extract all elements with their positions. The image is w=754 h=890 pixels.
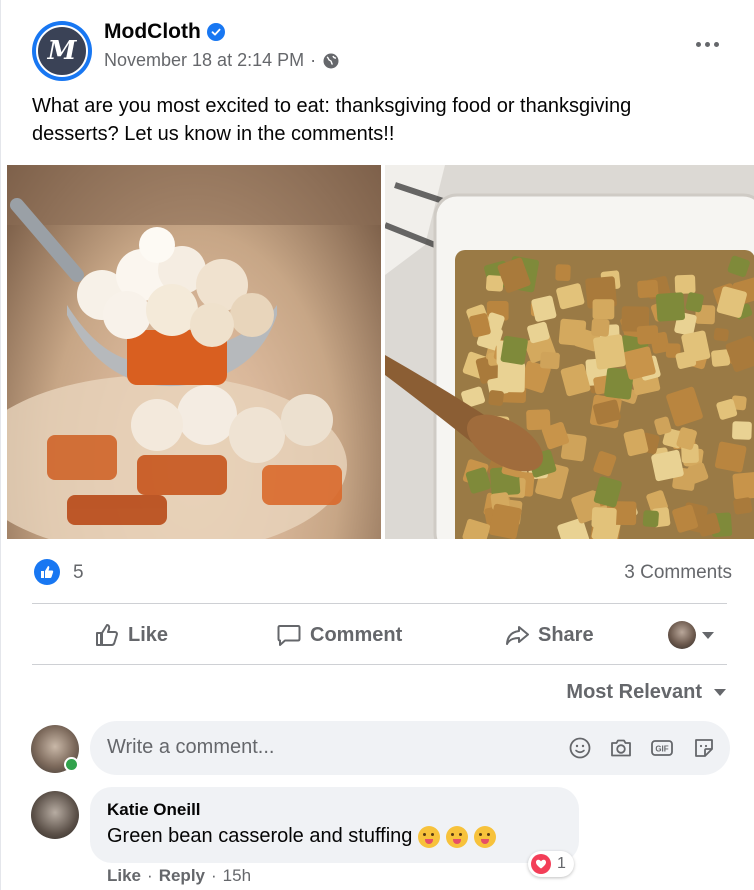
like-button[interactable]: Like [94, 606, 168, 664]
tongue-out-emoji-icon [474, 825, 497, 848]
caret-down-icon [702, 631, 714, 639]
caret-down-icon [714, 689, 726, 696]
stuffing-cube [540, 351, 560, 370]
photo-grid [7, 165, 754, 539]
more-dot [713, 41, 719, 47]
tongue-out-emoji-icon [446, 825, 469, 848]
more-dot [695, 41, 701, 47]
stuffing-illustration [385, 165, 754, 539]
post-actions: Like Comment Share [32, 606, 727, 664]
stuffing-cube [591, 507, 617, 529]
share-arrow-icon [506, 626, 529, 645]
post-meta: November 18 at 2:14 PM · [104, 50, 340, 71]
comment-reactions[interactable]: 1 [528, 851, 574, 877]
stuffing-cube [674, 274, 696, 294]
post-date[interactable]: November 18 at 2:14 PM [104, 50, 304, 71]
page-name[interactable]: ModCloth [104, 20, 201, 44]
comment-input-placeholder: Write a comment... [107, 736, 275, 758]
stuffing-cube [732, 421, 752, 440]
stuffing-cube [732, 471, 754, 500]
comment-bubble: Katie Oneill Green bean casserole and st… [90, 787, 579, 863]
comment-sort-dropdown[interactable]: Most Relevant [566, 681, 726, 704]
share-button[interactable]: Share [504, 606, 594, 664]
stuffing-cube [488, 390, 504, 406]
stuffing-cube [555, 264, 571, 281]
divider [32, 603, 727, 604]
post-text: What are you most excited to eat: thanks… [32, 95, 632, 145]
stuffing-cube [714, 441, 747, 473]
comment-text-row: Green bean casserole and stuffing [107, 825, 497, 848]
stuffing-cube [592, 299, 615, 320]
more-dot [704, 41, 710, 47]
sort-label: Most Relevant [566, 681, 702, 703]
facebook-post: M ModCloth November 18 at 2:14 PM · What… [0, 0, 754, 890]
stuffing-cube [713, 327, 729, 342]
stuffing-cube [733, 497, 753, 515]
comment-text: Green bean casserole and stuffing [107, 825, 413, 847]
stuffing-cube [593, 334, 626, 370]
sweet-potato-illustration [7, 165, 381, 539]
tongue-out-emoji-icon [418, 825, 441, 848]
thumbs-up-icon [96, 624, 118, 646]
stuffing-cube [591, 318, 610, 337]
commenter-avatar[interactable] [31, 791, 79, 839]
comment-input[interactable]: Write a comment... GIF [90, 721, 730, 775]
page-avatar[interactable]: M [32, 21, 92, 81]
dot-separator: · [147, 866, 153, 885]
verified-badge-icon [206, 23, 225, 41]
stuffing-cube [655, 292, 686, 322]
page-name-row: ModCloth [104, 20, 225, 44]
comment-as-selector[interactable] [668, 606, 714, 664]
like-reaction-icon[interactable] [34, 559, 60, 585]
divider [32, 664, 727, 665]
sticker-icon[interactable] [692, 736, 716, 760]
online-status-icon [64, 757, 79, 772]
comment-reply-link[interactable]: Reply [159, 866, 205, 886]
svg-text:GIF: GIF [655, 745, 668, 754]
camera-icon[interactable] [609, 736, 633, 760]
like-label: Like [128, 623, 169, 646]
dot-separator: · [211, 866, 217, 885]
sweet-potato-casserole-photo[interactable] [7, 165, 381, 539]
comment-author[interactable]: Katie Oneill [107, 800, 201, 820]
comment-bubble-icon [277, 625, 301, 646]
heart-reaction-icon [531, 854, 551, 874]
comment-time[interactable]: 15h [223, 866, 251, 886]
gif-icon[interactable]: GIF [650, 736, 674, 760]
stuffing-cube [636, 325, 659, 345]
comment-like-link[interactable]: Like [107, 866, 141, 886]
comment-actions: Like · Reply · 15h [107, 866, 251, 886]
like-count[interactable]: 5 [73, 562, 84, 584]
stuffing-cube [485, 275, 504, 292]
meta-separator: · [310, 50, 317, 70]
comments-count[interactable]: 3 Comments [624, 562, 732, 584]
emoji-icon[interactable] [568, 736, 592, 760]
page-avatar-letter: M [47, 36, 77, 66]
stuffing-dish-photo[interactable] [385, 165, 754, 539]
reaction-count: 1 [557, 855, 566, 872]
stuffing-cube [642, 510, 659, 528]
globe-icon [323, 53, 339, 68]
profile-avatar [668, 621, 696, 649]
stuffing-cube [637, 279, 659, 299]
page-avatar-inner: M [36, 25, 88, 77]
stuffing-cube [489, 503, 522, 539]
share-label: Share [538, 623, 594, 646]
comment-label: Comment [310, 623, 403, 646]
stuffing-cube [500, 335, 528, 365]
comment-button[interactable]: Comment [276, 606, 402, 664]
more-options-icon[interactable] [691, 32, 723, 56]
